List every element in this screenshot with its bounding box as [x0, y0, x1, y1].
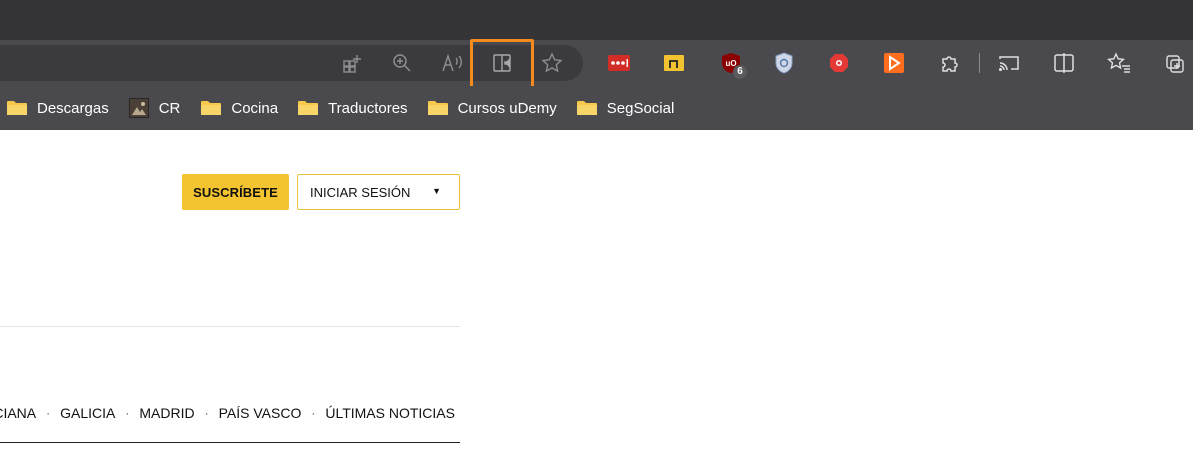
favorite-descargas[interactable]: Descargas — [7, 86, 109, 130]
folder-icon — [576, 100, 597, 116]
folder-icon — [201, 100, 222, 116]
play-extension-icon[interactable] — [876, 45, 912, 81]
favorite-label: Traductores — [328, 99, 408, 117]
collections-icon[interactable] — [1158, 45, 1193, 81]
login-dropdown[interactable]: INICIAR SESIÓN ▼ — [297, 174, 460, 210]
stop-sign-extension-icon[interactable] — [821, 45, 857, 81]
site-thumbnail-icon — [128, 98, 149, 118]
add-app-icon[interactable] — [334, 45, 370, 81]
favorite-label: Descargas — [37, 99, 109, 117]
browser-title-bar — [0, 0, 1193, 40]
favorite-star-icon[interactable] — [534, 45, 570, 81]
nav-separator: · — [46, 406, 51, 420]
folder-icon — [298, 100, 319, 116]
favorite-label: CR — [158, 99, 181, 117]
favorite-cursos-udemy[interactable]: Cursos uDemy — [427, 86, 557, 130]
nav-underline — [0, 442, 460, 443]
zoom-icon[interactable] — [384, 45, 420, 81]
page-content: SUSCRÍBETE INICIAR SESIÓN ▼ NCIANA · GAL… — [0, 130, 1193, 475]
favorite-cocina[interactable]: Cocina — [201, 86, 278, 130]
nav-separator: · — [311, 406, 316, 420]
subscribe-button[interactable]: SUSCRÍBETE — [182, 174, 289, 210]
nav-item-madrid[interactable]: MADRID — [139, 405, 194, 421]
privacy-shield-icon[interactable] — [766, 45, 802, 81]
header-divider — [0, 326, 460, 327]
read-aloud-icon[interactable] — [434, 45, 470, 81]
favorite-segsocial[interactable]: SegSocial — [576, 86, 675, 130]
toolbar-divider — [979, 53, 980, 73]
favorite-label: SegSocial — [606, 99, 675, 117]
caret-down-icon: ▼ — [432, 186, 441, 196]
favorites-bar: Descargas CR Cocina Traductores Cursos u… — [0, 86, 1193, 130]
favorite-label: Cocina — [231, 99, 279, 117]
immersive-reader-highlight — [470, 39, 534, 93]
nav-separator: · — [204, 406, 209, 420]
nav-separator: · — [125, 406, 130, 420]
favorite-traductores[interactable]: Traductores — [298, 86, 408, 130]
extension-yellow-icon[interactable] — [656, 45, 692, 81]
nav-item-pais-vasco[interactable]: PAÍS VASCO — [219, 405, 302, 421]
nav-item-valenciana[interactable]: NCIANA — [0, 405, 36, 421]
browser-toolbar: uO 6 — [0, 40, 1193, 86]
nav-item-ultimas-noticias[interactable]: ÚLTIMAS NOTICIAS — [325, 405, 455, 421]
folder-icon — [7, 100, 27, 116]
lastpass-icon[interactable] — [601, 45, 637, 81]
extensions-puzzle-icon[interactable] — [932, 45, 968, 81]
ublock-badge: 6 — [733, 65, 747, 79]
nav-item-galicia[interactable]: GALICIA — [60, 405, 115, 421]
login-label: INICIAR SESIÓN — [310, 184, 411, 200]
cast-icon[interactable] — [991, 45, 1027, 81]
regions-nav: NCIANA · GALICIA · MADRID · PAÍS VASCO ·… — [0, 404, 460, 424]
folder-icon — [427, 100, 448, 116]
favorites-list-icon[interactable] — [1101, 45, 1137, 81]
split-screen-icon[interactable] — [1046, 45, 1082, 81]
favorite-cr[interactable]: CR — [128, 86, 181, 130]
favorite-label: Cursos uDemy — [457, 99, 557, 117]
ublock-origin-icon[interactable]: uO 6 — [713, 45, 749, 81]
